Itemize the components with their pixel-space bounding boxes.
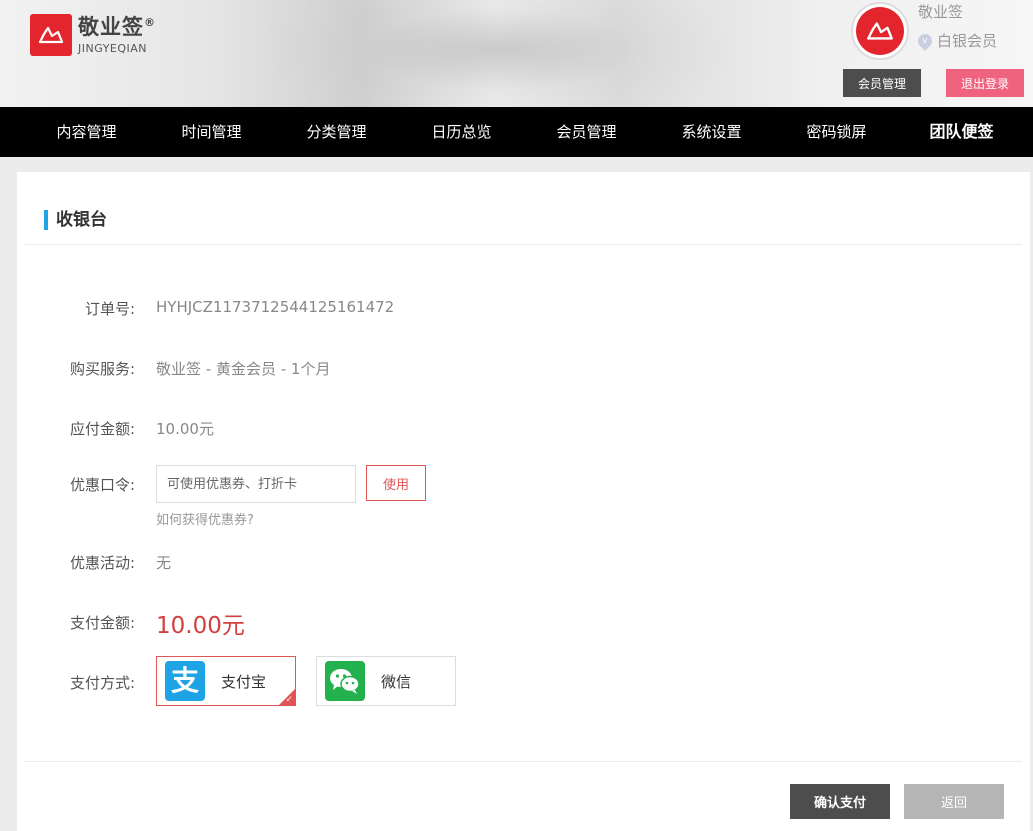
amount-due-value: 10.00元 [156, 420, 214, 438]
amount-due-label: 应付金额: [69, 420, 135, 438]
pay-option-alipay[interactable]: 支 支付宝 ✓ [156, 656, 296, 706]
coupon-help-link[interactable]: 如何获得优惠券? [156, 509, 254, 528]
member-manage-button[interactable]: 会员管理 [843, 69, 921, 97]
avatar[interactable] [851, 2, 909, 60]
pay-option-label: 支付宝 [221, 672, 267, 691]
logout-button[interactable]: 退出登录 [946, 69, 1024, 97]
pay-amount-value: 10.00元 [156, 613, 245, 639]
promo-label: 优惠活动: [69, 554, 135, 572]
user-name: 敬业签 [918, 3, 964, 21]
nav-item-member[interactable]: 会员管理 [524, 107, 649, 157]
nav-item-team-notes[interactable]: 团队便签 [899, 107, 1024, 157]
logo[interactable]: 敬业签® JINGYEQIAN [30, 14, 156, 56]
nav-item-category[interactable]: 分类管理 [274, 107, 399, 157]
use-coupon-button[interactable]: 使用 [366, 465, 426, 501]
confirm-pay-button[interactable]: 确认支付 [790, 784, 890, 819]
coupon-label: 优惠口令: [69, 476, 135, 494]
order-number: HYHJCZ1173712544125161472 [156, 298, 395, 316]
back-button[interactable]: 返回 [904, 784, 1004, 819]
pay-option-wechat[interactable]: 微信 [316, 656, 456, 706]
nav-item-time[interactable]: 时间管理 [149, 107, 274, 157]
user-level: v 白银会员 [915, 30, 998, 51]
logo-subtitle: JINGYEQIAN [78, 42, 148, 55]
logo-icon [30, 14, 72, 56]
header: 敬业签® JINGYEQIAN 敬业签 v 白银会员 会员管理 退出登录 [0, 0, 1033, 107]
promo-value: 无 [156, 554, 172, 572]
user-level-label: 白银会员 [937, 32, 998, 50]
alipay-icon: 支 [165, 661, 205, 701]
pay-option-label: 微信 [381, 672, 412, 691]
checkmark-icon: ✓ [285, 695, 293, 705]
logo-title: 敬业签 [78, 15, 144, 39]
service-label: 购买服务: [69, 360, 135, 378]
page-title: 收银台 [44, 210, 107, 230]
registered-mark: ® [144, 16, 156, 29]
checkout-panel: 收银台 订单号: HYHJCZ1173712544125161472 购买服务:… [17, 172, 1030, 831]
divider [25, 244, 1022, 245]
pay-method-label: 支付方式: [69, 674, 135, 692]
order-label: 订单号: [84, 300, 135, 318]
divider [25, 761, 1022, 762]
wechat-icon [325, 661, 365, 701]
service-value: 敬业签 - 黄金会员 - 1个月 [156, 360, 331, 378]
nav-item-content[interactable]: 内容管理 [24, 107, 149, 157]
main-nav: 内容管理 时间管理 分类管理 日历总览 会员管理 系统设置 密码锁屏 团队便签 [0, 107, 1033, 157]
avatar-logo-icon [856, 7, 904, 55]
nav-item-lock-screen[interactable]: 密码锁屏 [774, 107, 899, 157]
pay-amount-label: 支付金额: [69, 614, 135, 632]
nav-item-settings[interactable]: 系统设置 [649, 107, 774, 157]
member-level-icon: v [915, 30, 935, 51]
coupon-input[interactable] [156, 465, 356, 503]
nav-item-calendar[interactable]: 日历总览 [399, 107, 524, 157]
